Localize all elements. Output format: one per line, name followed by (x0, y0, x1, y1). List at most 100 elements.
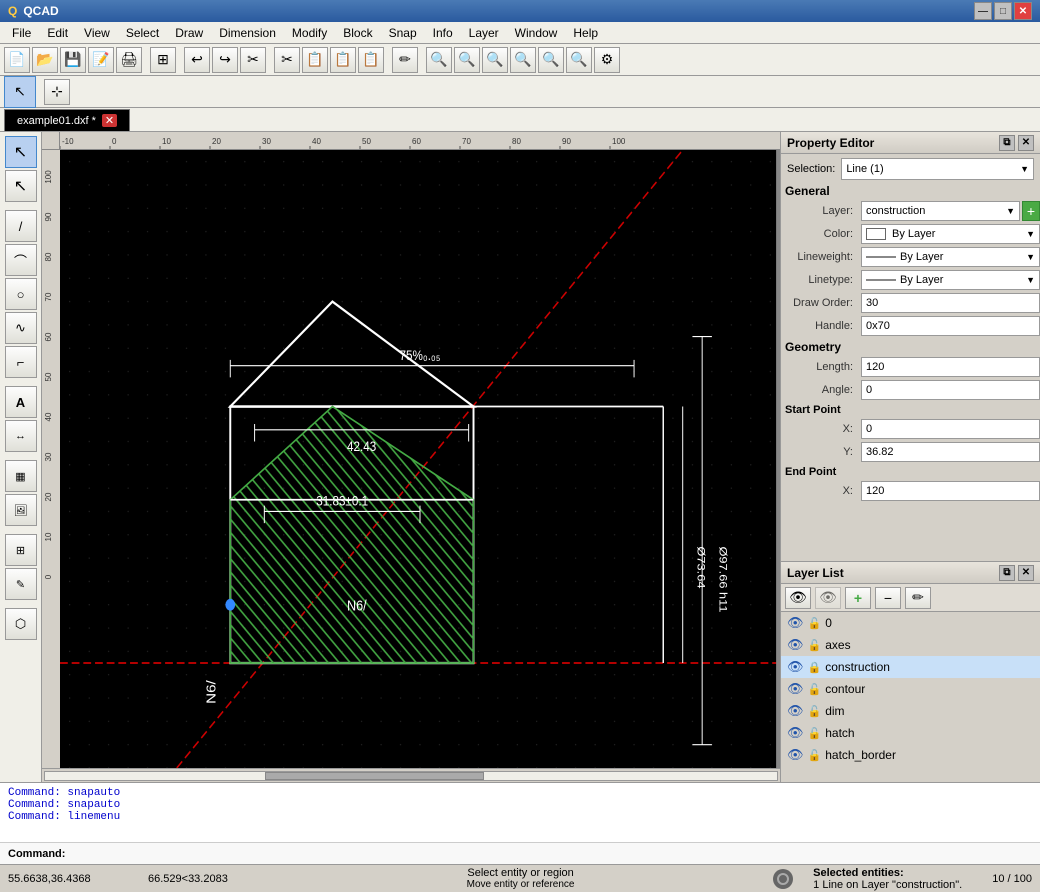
layer-item-hatch-border[interactable]: 👁 🔓 hatch_border (781, 744, 1040, 766)
menu-item-select[interactable]: Select (118, 24, 167, 42)
layer-float-button[interactable]: ⧉ (999, 565, 1015, 581)
lineweight-dropdown[interactable]: By Layer ▼ (861, 247, 1040, 267)
edit-layer-button[interactable]: ✏ (905, 587, 931, 609)
dimension-tool[interactable]: ↔ (5, 420, 37, 452)
zoom-fit-button[interactable]: ⊞ (150, 47, 176, 73)
properties-button[interactable]: ⚙ (594, 47, 620, 73)
menu-item-view[interactable]: View (76, 24, 118, 42)
snap-tool[interactable]: ⊹ (44, 79, 70, 105)
layer-item-contour[interactable]: 👁 🔓 contour (781, 678, 1040, 700)
image-tool[interactable]: 🖼 (5, 494, 37, 526)
line-tool[interactable]: / (5, 210, 37, 242)
start-x-value[interactable]: 0 (861, 419, 1040, 439)
layer-eye-icon[interactable]: 👁 (787, 659, 804, 675)
add-layer-list-button[interactable]: + (845, 587, 871, 609)
ellipse-tool[interactable]: ○ (5, 278, 37, 310)
paste-button[interactable]: 📋 (330, 47, 356, 73)
layer-item-hatch[interactable]: 👁 🔓 hatch (781, 722, 1040, 744)
delete-button[interactable]: ✂ (240, 47, 266, 73)
arc-tool[interactable]: ⌒ (5, 244, 37, 276)
cut-button[interactable]: ✂ (274, 47, 300, 73)
layer-name: dim (825, 704, 844, 718)
command-prompt: Command: (8, 848, 65, 860)
maximize-button[interactable]: □ (994, 2, 1012, 20)
layer-item-construction[interactable]: 👁 🔒 construction (781, 656, 1040, 678)
draworder-value[interactable]: 30 (861, 293, 1040, 313)
tab-bar: example01.dxf * ✕ (0, 108, 1040, 132)
zoom-previous-button[interactable]: 🔍 (510, 47, 536, 73)
paste2-button[interactable]: 📋 (358, 47, 384, 73)
menu-item-dimension[interactable]: Dimension (211, 24, 284, 42)
save-as-button[interactable]: 📝 (88, 47, 114, 73)
menu-item-window[interactable]: Window (507, 24, 566, 42)
3d-view-button[interactable]: ⬡ (5, 608, 37, 640)
status-message: Select entity or region Move entity or r… (288, 867, 753, 890)
text-tool[interactable]: A (5, 386, 37, 418)
spline-tool[interactable]: ∿ (5, 312, 37, 344)
menu-item-layer[interactable]: Layer (461, 24, 507, 42)
menu-item-edit[interactable]: Edit (39, 24, 76, 42)
show-all-layers-button[interactable]: 👁 (785, 587, 811, 609)
zoom-window-button[interactable]: 🔍 (482, 47, 508, 73)
undo-button[interactable]: ↩ (184, 47, 210, 73)
hide-all-layers-button[interactable]: 👁 (815, 587, 841, 609)
redo-button[interactable]: ↪ (212, 47, 238, 73)
hatch-tool[interactable]: ▦ (5, 460, 37, 492)
layer-dropdown[interactable]: construction ▼ (861, 201, 1020, 221)
copy-button[interactable]: 📋 (302, 47, 328, 73)
zoom-in-button[interactable]: 🔍 (426, 47, 452, 73)
layer-eye-icon[interactable]: 👁 (787, 615, 804, 631)
menu-item-draw[interactable]: Draw (167, 24, 211, 42)
start-y-value[interactable]: 36.82 (861, 442, 1040, 462)
page-info: 10 / 100 (992, 873, 1032, 885)
end-x-value[interactable]: 120 (861, 481, 1040, 501)
layer-item[interactable]: 👁 🔓 axes (781, 634, 1040, 656)
layer-eye-icon[interactable]: 👁 (787, 725, 804, 741)
menu-item-file[interactable]: File (4, 24, 39, 42)
layer-eye-icon[interactable]: 👁 (787, 703, 804, 719)
svg-text:42.43: 42.43 (347, 438, 376, 454)
add-layer-button[interactable]: + (1022, 201, 1040, 221)
menu-item-info[interactable]: Info (425, 24, 461, 42)
select-tool[interactable]: ↖ (4, 76, 36, 108)
panel-close-button[interactable]: ✕ (1018, 135, 1034, 151)
open-button[interactable]: 📂 (32, 47, 58, 73)
angle-value[interactable]: 0 (861, 380, 1040, 400)
linetype-dropdown[interactable]: By Layer ▼ (861, 270, 1040, 290)
command-input[interactable] (71, 848, 1032, 860)
menu-item-block[interactable]: Block (335, 24, 380, 42)
snap-grid-button[interactable]: ⊞ (5, 534, 37, 566)
length-value[interactable]: 120 (861, 357, 1040, 377)
layer-eye-icon[interactable]: 👁 (787, 747, 804, 763)
color-dropdown[interactable]: By Layer ▼ (861, 224, 1040, 244)
menu-item-snap[interactable]: Snap (381, 24, 425, 42)
zoom-out-button[interactable]: 🔍 (454, 47, 480, 73)
print-button[interactable]: 🖨 (116, 47, 142, 73)
pencil-button[interactable]: ✏ (392, 47, 418, 73)
panel-float-button[interactable]: ⧉ (999, 135, 1015, 151)
zoom-full-button[interactable]: 🔍 (538, 47, 564, 73)
menu-item-modify[interactable]: Modify (284, 24, 335, 42)
layer-eye-icon[interactable]: 👁 (787, 637, 804, 653)
select-mode-button[interactable]: ↖ (5, 136, 37, 168)
polyline-tool[interactable]: ⌐ (5, 346, 37, 378)
horizontal-scrollbar[interactable] (44, 771, 778, 781)
layer-eye-icon[interactable]: 👁 (787, 681, 804, 697)
menu-item-help[interactable]: Help (565, 24, 606, 42)
select-cross-button[interactable]: ↖ (5, 170, 37, 202)
remove-layer-button[interactable]: − (875, 587, 901, 609)
new-button[interactable]: 📄 (4, 47, 30, 73)
layer-item[interactable]: 👁 🔓 0 (781, 612, 1040, 634)
drawing-canvas[interactable]: 75%₀.₀₅ 42.43 31.83±0.1 N6/ N6/ (60, 150, 780, 768)
minimize-button[interactable]: — (974, 2, 992, 20)
layer-item-dim[interactable]: 👁 🔓 dim (781, 700, 1040, 722)
close-button[interactable]: ✕ (1014, 2, 1032, 20)
tab-close-button[interactable]: ✕ (102, 114, 117, 127)
save-button[interactable]: 💾 (60, 47, 86, 73)
pan-button[interactable]: 🔍 (566, 47, 592, 73)
start-y-row: Y: 36.82 (781, 442, 1040, 462)
selection-dropdown[interactable]: Line (1) ▼ (841, 158, 1034, 180)
drawing-tab[interactable]: example01.dxf * ✕ (4, 109, 130, 131)
layer-close-button[interactable]: ✕ (1018, 565, 1034, 581)
modify-tool[interactable]: ✎ (5, 568, 37, 600)
